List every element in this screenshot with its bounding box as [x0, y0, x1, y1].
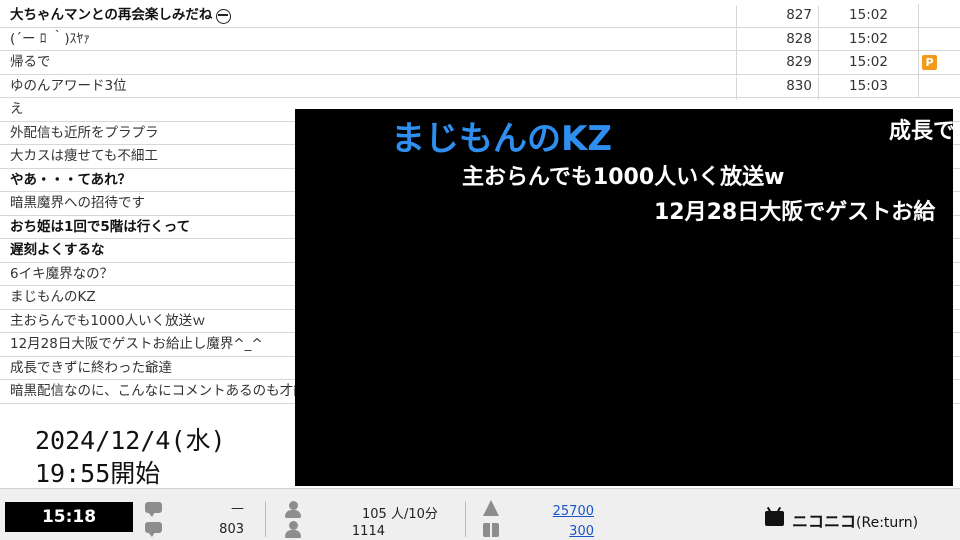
visitor-rate: 105 人/10分 — [362, 507, 438, 522]
comment-number: 827 — [736, 6, 818, 29]
tv-icon — [765, 511, 784, 526]
comment-time: 15:03 — [818, 76, 918, 100]
comment-count-total: 803 — [219, 522, 244, 537]
brand-name: ニコニコ(Re:turn) — [792, 512, 919, 531]
danmaku-comment: 主おらんでも1000人いく放送w — [462, 165, 785, 190]
comment-count-recent: — — [231, 501, 244, 516]
comment-text: ゆのんアワード3位 — [10, 77, 127, 94]
divider — [465, 501, 466, 537]
visitor-total: 1114 — [351, 524, 385, 539]
comment-row[interactable]: 大ちゃんマンとの再会楽しみだね 827 15:02 — [0, 4, 960, 29]
comment-flag-cell — [918, 27, 960, 51]
gift-icon — [483, 523, 499, 537]
comment-time: 15:02 — [818, 6, 918, 29]
comment-bubble-icon — [145, 522, 162, 537]
comment-row[interactable]: ゆのんアワード3位 830 15:03 — [0, 74, 960, 100]
comment-flag-cell: P — [918, 51, 960, 74]
comment-number: 830 — [736, 76, 818, 100]
broadcast-date-box: 2024/12/4(水) 19:55開始 — [0, 408, 282, 488]
status-bar: 15:18 — 803 105 人/10分 1114 25700 300 ニコニ… — [0, 488, 960, 540]
visitor-icon — [284, 521, 302, 539]
party-popper-icon — [483, 500, 499, 516]
premium-badge-icon: P — [922, 55, 937, 70]
comment-time: 15:02 — [818, 29, 918, 53]
comment-flag-cell — [918, 74, 960, 98]
comment-number: 828 — [736, 29, 818, 53]
current-time-clock: 15:18 — [5, 502, 133, 532]
danmaku-comment: 成長で — [889, 119, 953, 144]
danmaku-comment: 12月28日大阪でゲストお給 — [654, 200, 936, 225]
face-emoji-icon — [216, 9, 231, 24]
broadcast-date: 2024/12/4(水) — [35, 426, 226, 455]
comment-bubble-icon — [145, 502, 162, 517]
comment-flag-cell — [918, 4, 960, 27]
visitor-icon — [284, 501, 302, 519]
divider — [265, 501, 266, 537]
broadcast-start-time: 19:55開始 — [35, 459, 161, 488]
danmaku-comment: まじもんのKZ — [391, 119, 612, 159]
comment-text: 帰るで — [10, 54, 51, 70]
comment-number: 829 — [736, 53, 818, 76]
gift-points-link[interactable]: 25700 — [520, 504, 594, 519]
ad-points-link[interactable]: 300 — [520, 524, 594, 539]
comment-text: (´ー ﾛ ｀)ｽﾔｧ — [10, 30, 90, 47]
comment-row[interactable]: (´ー ﾛ ｀)ｽﾔｧ 828 15:02 — [0, 27, 960, 53]
video-player[interactable]: まじもんのKZ 成長で 主おらんでも1000人いく放送w 12月28日大阪でゲス… — [295, 109, 953, 486]
comment-row[interactable]: 帰るで 829 15:02 P — [0, 51, 960, 76]
comment-text: 大ちゃんマンとの再会楽しみだね — [10, 7, 213, 23]
comment-time: 15:02 — [818, 53, 918, 76]
